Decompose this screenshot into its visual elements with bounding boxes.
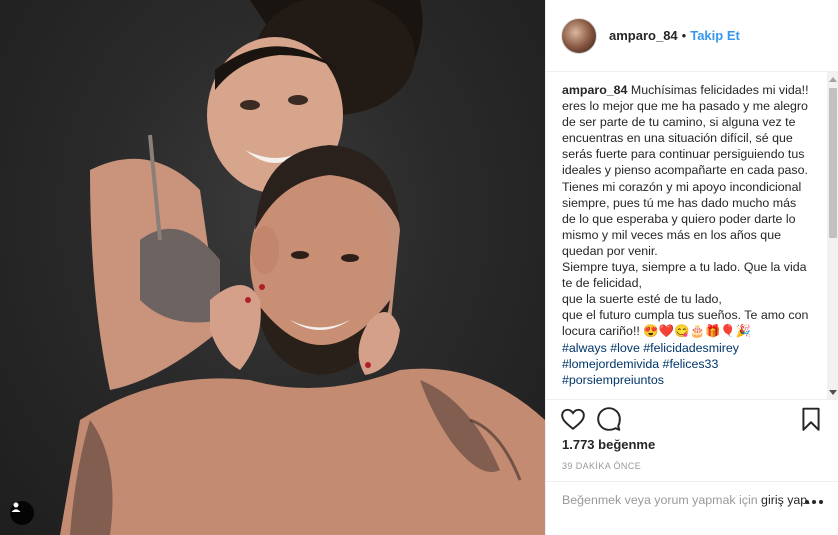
caption-username[interactable]: amparo_84: [562, 83, 627, 97]
caption-line: Siempre tuya, siempre a tu lado. Que la …: [562, 260, 807, 291]
caption-line: que el futuro cumpla tus sueños. Te amo …: [562, 308, 809, 339]
hashtag-line[interactable]: #always #love #felicidadesmirey: [562, 340, 813, 356]
follow-button[interactable]: Takip Et: [690, 28, 740, 43]
ellipsis-icon[interactable]: [805, 500, 825, 506]
caption-line: Muchísimas felicidades mi vida!! eres lo…: [562, 83, 809, 178]
separator-dot: •: [681, 28, 687, 43]
photo-illustration: [60, 0, 545, 535]
scroll-up-arrow-icon[interactable]: [827, 72, 838, 86]
post-side-panel: amparo_84 • Takip Et amparo_84 Muchísima…: [545, 0, 838, 535]
comments-scrollbar[interactable]: [827, 72, 838, 399]
caption-area: amparo_84 Muchísimas felicidades mi vida…: [546, 72, 827, 399]
login-link[interactable]: giriş yap.: [761, 493, 811, 507]
action-bar: [546, 399, 838, 439]
scroll-thumb[interactable]: [829, 88, 837, 238]
login-prompt-bar: Beğenmek veya yorum yapmak için giriş ya…: [546, 481, 838, 535]
likes-count[interactable]: 1.773 beğenme: [562, 437, 655, 452]
avatar[interactable]: [561, 17, 597, 54]
caption: amparo_84 Muchísimas felicidades mi vida…: [562, 82, 813, 388]
post-timestamp[interactable]: 39 DAKİKA ÖNCE: [562, 461, 641, 471]
hashtag-line[interactable]: #porsiempreiuntos: [562, 372, 813, 388]
post-photo[interactable]: [0, 0, 545, 535]
hashtag-line[interactable]: #lomejordemivida #felices33: [562, 356, 813, 372]
caption-line: que la suerte esté de tu lado,: [562, 292, 722, 307]
caption-line: Tienes mi corazón y mi apoyo incondicion…: [562, 179, 802, 258]
comment-icon[interactable]: [596, 406, 622, 432]
header-username[interactable]: amparo_84: [609, 28, 678, 43]
login-prompt-text: Beğenmek veya yorum yapmak için: [562, 493, 758, 507]
scroll-down-arrow-icon[interactable]: [827, 385, 838, 399]
person-icon[interactable]: [10, 501, 34, 525]
bookmark-icon[interactable]: [798, 406, 824, 432]
post-header: amparo_84 • Takip Et: [546, 0, 838, 72]
heart-icon[interactable]: [560, 406, 586, 432]
